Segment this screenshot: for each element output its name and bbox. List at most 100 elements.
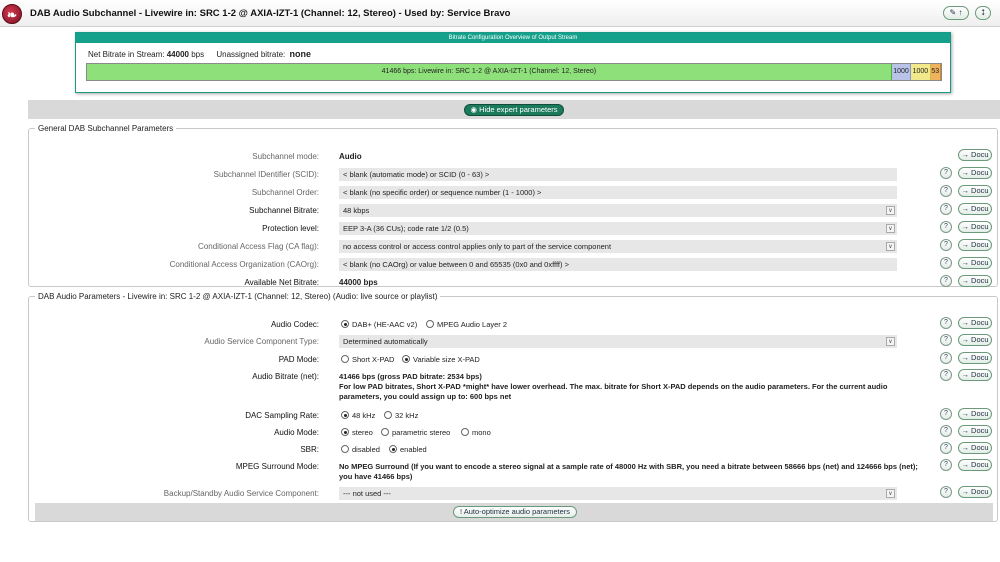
row-backup-component: Backup/Standby Audio Service Component: …: [29, 486, 997, 500]
bitrate-stats: Net Bitrate in Stream: 44000 bps Unassig…: [88, 49, 311, 59]
help-icon[interactable]: ?: [940, 317, 952, 329]
ca-flag-select[interactable]: no access control or access control appl…: [339, 240, 897, 253]
help-icon[interactable]: ?: [940, 369, 952, 381]
eye-slash-icon: ◉: [470, 105, 480, 114]
mpeg-surround-info: No MPEG Surround (If you want to encode …: [339, 462, 929, 482]
docu-button[interactable]: → Docu: [958, 275, 992, 287]
docu-button[interactable]: → Docu: [958, 317, 992, 329]
ca-flag-value: no access control or access control appl…: [343, 242, 612, 251]
auto-optimize-button[interactable]: ! Auto-optimize audio parameters: [453, 506, 577, 518]
docu-button[interactable]: → Docu: [958, 239, 992, 251]
row-audio-mode: Audio Mode: stereo parametric stereo mon…: [29, 425, 997, 439]
help-icon[interactable]: ?: [940, 203, 952, 215]
radio-unselected-icon: [341, 445, 349, 453]
auto-optimize-band: ! Auto-optimize audio parameters: [35, 503, 993, 521]
row-service-component-type: Audio Service Component Type: Determined…: [29, 334, 997, 348]
help-icon[interactable]: ?: [940, 257, 952, 269]
help-icon[interactable]: ?: [940, 459, 952, 471]
mode-option-stereo[interactable]: stereo: [341, 428, 373, 437]
scid-input[interactable]: < blank (automatic mode) or SCID (0 - 63…: [339, 168, 897, 181]
backup-component-value: --- not used ---: [343, 489, 391, 498]
subchannel-bitrate-select[interactable]: 48 kbps ∨: [339, 204, 897, 217]
backup-component-select[interactable]: --- not used --- ∨: [339, 487, 897, 500]
docu-button[interactable]: → Docu: [958, 425, 992, 437]
mode-option-mono[interactable]: mono: [461, 428, 491, 437]
page-title: DAB Audio Subchannel - Livewire in: SRC …: [30, 8, 511, 19]
help-icon[interactable]: ?: [940, 167, 952, 179]
docu-button[interactable]: → Docu: [958, 369, 992, 381]
bitrate-segment-2[interactable]: 1000: [911, 64, 931, 80]
help-icon[interactable]: ?: [940, 185, 952, 197]
dac-option-48khz[interactable]: 48 kHz: [341, 411, 375, 420]
codec-option-mp2[interactable]: MPEG Audio Layer 2: [426, 320, 507, 329]
pad-option-short[interactable]: Short X-PAD: [341, 355, 394, 364]
mode-option-parametric-stereo[interactable]: parametric stereo: [381, 428, 450, 437]
help-icon[interactable]: ?: [940, 221, 952, 233]
docu-button[interactable]: → Docu: [958, 185, 992, 197]
docu-button[interactable]: → Docu: [958, 203, 992, 215]
help-icon[interactable]: ?: [940, 239, 952, 251]
docu-button[interactable]: → Docu: [958, 408, 992, 420]
pad-option-variable[interactable]: Variable size X-PAD: [402, 355, 480, 364]
service-component-type-select[interactable]: Determined automatically ∨: [339, 335, 897, 348]
sbr-option-disabled[interactable]: disabled: [341, 445, 380, 454]
edit-up-button[interactable]: ✎ ↑: [943, 6, 969, 20]
codec-option-dab-plus[interactable]: DAB+ (HE-AAC v2): [341, 320, 417, 329]
docu-button[interactable]: → Docu: [958, 352, 992, 364]
sbr-option-label: enabled: [400, 445, 427, 454]
docu-button[interactable]: → Docu: [958, 167, 992, 179]
radio-selected-icon: [341, 320, 349, 328]
protection-level-select[interactable]: EEP 3-A (36 CUs); code rate 1/2 (0.5) ∨: [339, 222, 897, 235]
ca-org-label: Conditional Access Organization (CAOrg):: [169, 260, 319, 269]
docu-button[interactable]: → Docu: [958, 442, 992, 454]
net-bitrate-label: Net Bitrate in Stream:: [88, 50, 165, 59]
docu-button[interactable]: → Docu: [958, 221, 992, 233]
subchannel-bitrate-label: Subchannel Bitrate:: [249, 206, 319, 215]
hide-expert-parameters-button[interactable]: ◉ Hide expert parameters: [464, 104, 564, 116]
protection-level-label: Protection level:: [262, 224, 319, 233]
audio-codec-label: Audio Codec:: [270, 320, 319, 329]
radio-selected-icon: [402, 355, 410, 363]
docu-button[interactable]: → Docu: [958, 459, 992, 471]
ca-org-input[interactable]: < blank (no CAOrg) or value between 0 an…: [339, 258, 897, 271]
sbr-option-label: disabled: [352, 445, 380, 454]
sbr-option-enabled[interactable]: enabled: [389, 445, 427, 454]
mpeg-surround-text: No MPEG Surround (If you want to encode …: [339, 462, 918, 481]
row-subchannel-mode: Subchannel mode: Audio → Docu: [29, 149, 997, 163]
help-icon[interactable]: ?: [940, 275, 952, 287]
bitrate-segment-audio[interactable]: 41466 bps: Livewire in: SRC 1-2 @ AXIA-I…: [87, 64, 892, 80]
app-logo: ❧: [2, 4, 22, 24]
help-icon[interactable]: ?: [940, 334, 952, 346]
row-scid: Subchannel IDentifier (SCID): < blank (a…: [29, 167, 997, 181]
help-icon[interactable]: ?: [940, 352, 952, 364]
help-icon[interactable]: ?: [940, 442, 952, 454]
bitrate-segment-3[interactable]: 53: [930, 64, 941, 80]
help-icon[interactable]: ?: [940, 486, 952, 498]
docu-button[interactable]: → Docu: [958, 486, 992, 498]
bitrate-allocation-bar: 41466 bps: Livewire in: SRC 1-2 @ AXIA-I…: [86, 63, 942, 81]
available-net-bitrate-label: Available Net Bitrate:: [244, 278, 319, 287]
audio-bitrate-info: 41466 bps (gross PAD bitrate: 2534 bps) …: [339, 372, 929, 402]
row-ca-org: Conditional Access Organization (CAOrg):…: [29, 257, 997, 271]
docu-button[interactable]: → Docu: [958, 257, 992, 269]
pad-option-label: Variable size X-PAD: [413, 355, 480, 364]
dac-sampling-rate-label: DAC Sampling Rate:: [245, 411, 319, 420]
docu-button[interactable]: → Docu: [958, 334, 992, 346]
net-bitrate-unit: bps: [191, 50, 205, 59]
help-icon[interactable]: ?: [940, 425, 952, 437]
subchannel-order-label: Subchannel Order:: [251, 188, 319, 197]
row-subchannel-bitrate: Subchannel Bitrate: 48 kbps ∨ ? → Docu: [29, 203, 997, 217]
subchannel-order-input[interactable]: < blank (no specific order) or sequence …: [339, 186, 897, 199]
help-icon[interactable]: ?: [940, 408, 952, 420]
audio-mode-label: Audio Mode:: [274, 428, 319, 437]
dac-option-32khz[interactable]: 32 kHz: [384, 411, 418, 420]
bitrate-segment-1[interactable]: 1000: [891, 64, 912, 80]
subchannel-bitrate-value: 48 kbps: [343, 206, 370, 215]
docu-button[interactable]: → Docu: [958, 149, 992, 161]
mpeg-surround-label: MPEG Surround Mode:: [235, 462, 319, 471]
subchannel-mode-label: Subchannel mode:: [252, 152, 319, 161]
radio-unselected-icon: [381, 428, 389, 436]
title-bar: ❧ DAB Audio Subchannel - Livewire in: SR…: [0, 0, 1000, 27]
options-button[interactable]: ⭥: [975, 6, 991, 20]
row-protection-level: Protection level: EEP 3-A (36 CUs); code…: [29, 221, 997, 235]
